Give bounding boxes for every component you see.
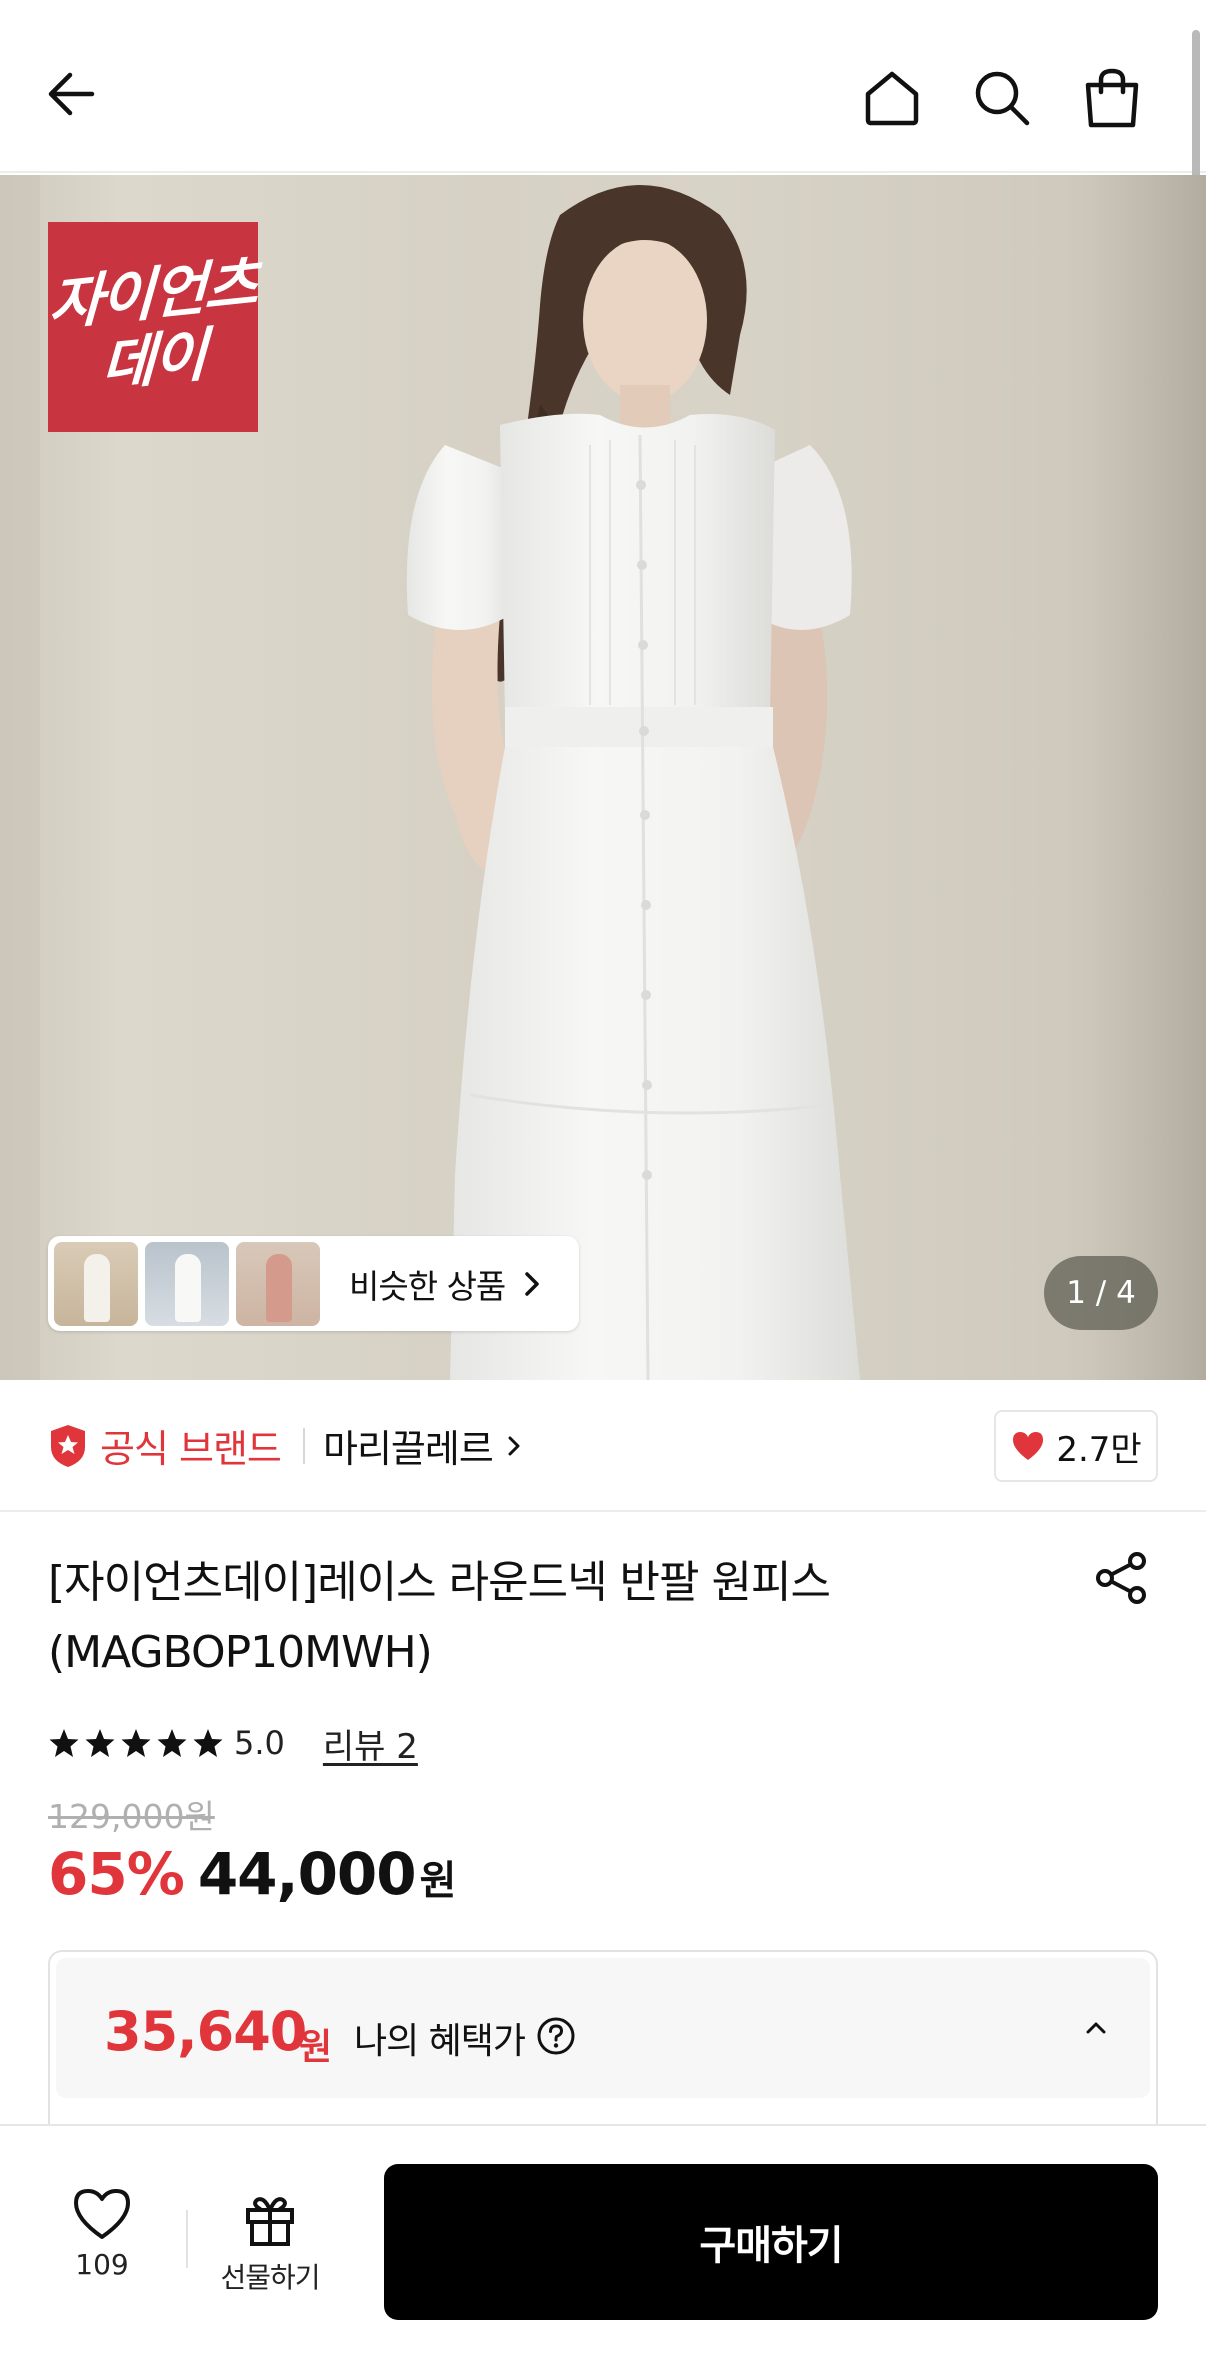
product-title: [자이언츠데이]레이스 라운드넥 반팔 원피스 (MAGBOP10MWH) (48, 1548, 948, 1688)
bottom-action-bar: 109 선물하기 구매하기 (0, 2124, 1206, 2377)
gift-icon (246, 2197, 294, 2246)
similar-products-button[interactable]: 비슷한 상품 (48, 1236, 579, 1331)
sale-price-unit: 원 (419, 1858, 457, 1904)
review-link[interactable]: 리뷰 2 (323, 1719, 418, 1768)
search-button[interactable] (960, 56, 1044, 140)
star-icon (193, 1729, 223, 1757)
benefit-price: 35,640 (104, 2000, 307, 2063)
star-icon (157, 1729, 187, 1757)
sale-price: 44,000 (197, 1840, 417, 1908)
share-icon (1096, 1552, 1146, 1604)
star-icon (49, 1729, 79, 1757)
gift-button[interactable]: 선물하기 (210, 2192, 330, 2312)
event-badge-line2: 데이 (99, 320, 207, 400)
benefit-collapse-button[interactable] (1066, 1998, 1126, 2058)
rating-row: 5.0 리뷰 2 (48, 1718, 418, 1768)
product-title-line1: [자이언츠데이]레이스 라운드넥 반팔 원피스 (48, 1557, 831, 1608)
original-price: 129,000원 (48, 1797, 215, 1836)
wishlist-button[interactable]: 109 (50, 2186, 154, 2306)
benefit-price-header: 35,640 원 나의 혜택가 (56, 1958, 1150, 2098)
back-button[interactable] (30, 52, 114, 136)
image-counter: 1 / 4 (1044, 1256, 1158, 1330)
chevron-up-icon (1086, 2022, 1106, 2034)
event-badge-line1: 자이언츠 (48, 249, 258, 339)
bottom-bar-divider (186, 2210, 188, 2268)
benefit-price-label: 나의 혜택가 (354, 2021, 526, 2062)
search-icon (975, 71, 1030, 126)
share-button[interactable] (1084, 1540, 1160, 1616)
brand-name: 마리끌레르 (323, 1427, 494, 1471)
brand-row: 공식 브랜드 마리끌레르 2.7만 (0, 1380, 1206, 1512)
price-row: 65% 44,000 원 (48, 1840, 456, 1908)
top-bar (0, 0, 1206, 173)
rating-value: 5.0 (234, 1724, 285, 1762)
similar-thumb-3 (236, 1241, 320, 1326)
star-rating (48, 1727, 228, 1759)
discount-rate: 65% (48, 1840, 185, 1908)
chevron-right-icon (521, 1269, 543, 1299)
official-shield-icon (51, 1424, 85, 1467)
home-button[interactable] (850, 56, 934, 140)
cart-button[interactable] (1070, 56, 1154, 140)
similar-thumb-1 (54, 1241, 138, 1326)
home-icon (865, 71, 919, 126)
star-icon (121, 1729, 151, 1757)
similar-products-label: 비슷한 상품 (349, 1266, 506, 1306)
brand-like-count: 2.7만 (1056, 1429, 1142, 1470)
star-icon (85, 1729, 115, 1757)
product-image[interactable]: 자이언츠 데이 (0, 175, 1206, 1380)
brand-divider (303, 1428, 305, 1464)
brand-like-button[interactable]: 2.7만 (994, 1410, 1158, 1482)
benefit-price-unit: 원 (299, 2027, 333, 2068)
question-circle-icon[interactable] (536, 2016, 576, 2056)
brand-link[interactable]: 마리끌레르 (323, 1418, 527, 1473)
event-badge: 자이언츠 데이 (48, 222, 258, 432)
shopping-bag-icon (1085, 68, 1139, 128)
wishlist-count: 109 (75, 2248, 129, 2281)
benefit-price-box[interactable]: 35,640 원 나의 혜택가 (48, 1950, 1158, 2130)
official-brand-badge: 공식 브랜드 (48, 1418, 282, 1473)
chevron-right-icon (508, 1436, 520, 1455)
buy-button[interactable]: 구매하기 (384, 2164, 1158, 2320)
similar-thumb-2 (145, 1241, 229, 1326)
official-brand-label: 공식 브랜드 (100, 1427, 282, 1471)
heart-outline-icon (74, 2189, 130, 2239)
product-title-line2: (MAGBOP10MWH) (48, 1627, 433, 1678)
gift-label: 선물하기 (220, 2261, 320, 2294)
arrow-left-icon (48, 72, 95, 116)
heart-filled-icon (1013, 1432, 1044, 1460)
